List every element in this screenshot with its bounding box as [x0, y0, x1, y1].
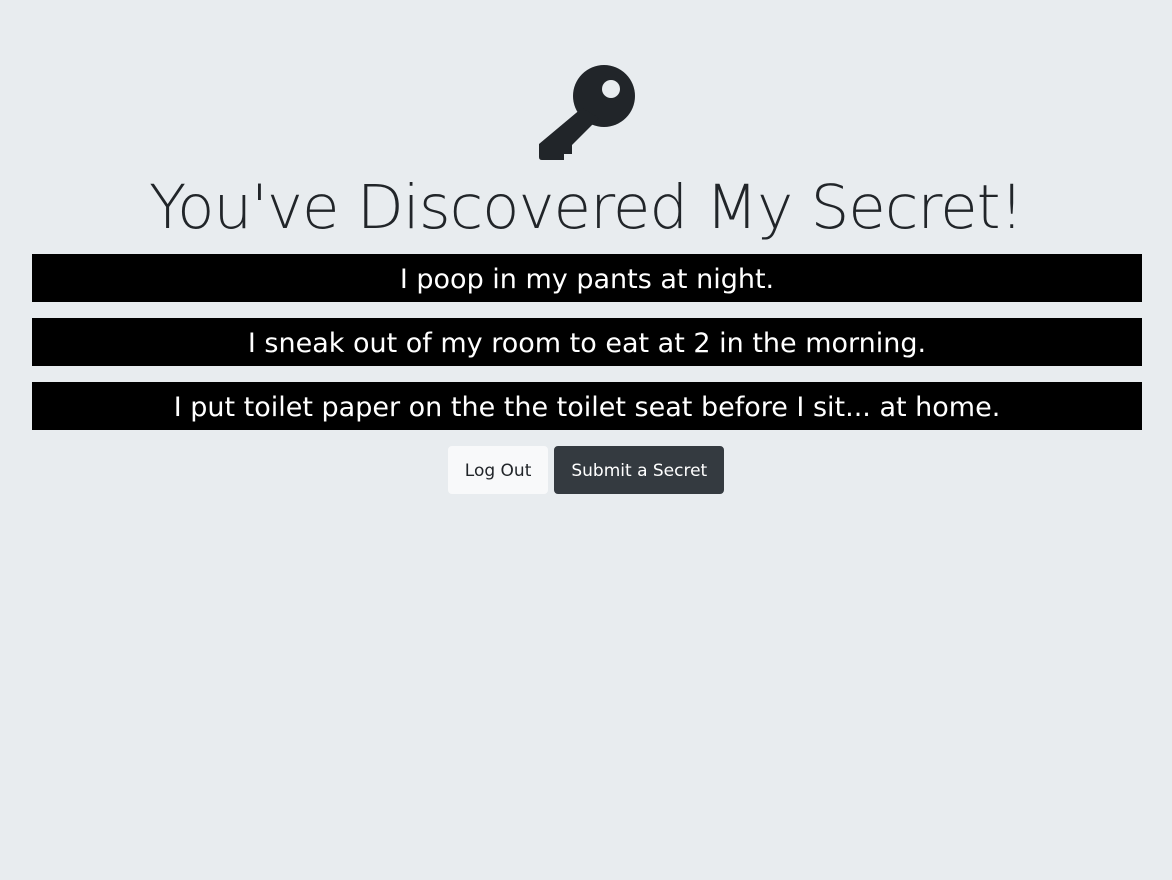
secrets-list: I poop in my pants at night. I sneak out… [32, 254, 1142, 446]
secrets-page: You've Discovered My Secret! I poop in m… [0, 0, 1172, 880]
secret-item: I sneak out of my room to eat at 2 in th… [32, 318, 1142, 366]
logout-button[interactable]: Log Out [447, 446, 549, 494]
submit-secret-button[interactable]: Submit a Secret [554, 446, 725, 494]
secret-item: I put toilet paper on the the toilet sea… [32, 382, 1142, 430]
secret-item: I poop in my pants at night. [32, 254, 1142, 302]
key-icon [538, 64, 635, 161]
action-buttons: Log Out Submit a Secret [0, 446, 1172, 494]
page-title: You've Discovered My Secret! [148, 172, 1024, 243]
